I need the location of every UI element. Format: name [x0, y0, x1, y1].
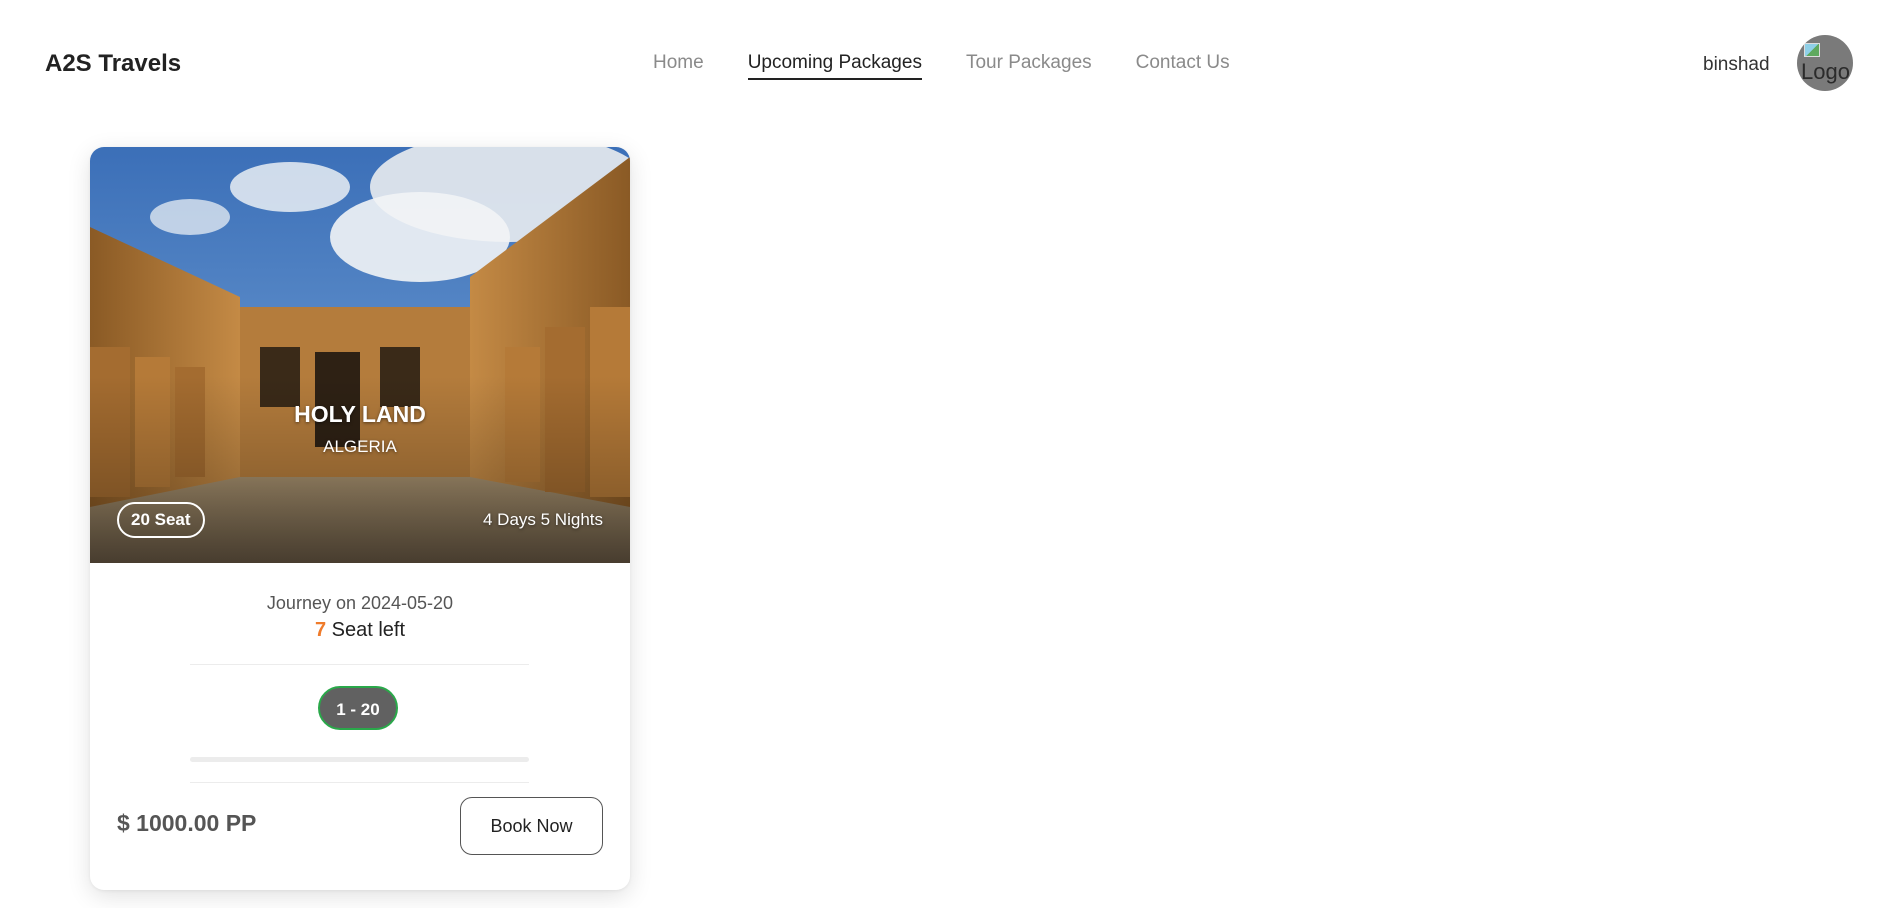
- seat-range-pill[interactable]: 1 - 20: [318, 686, 398, 730]
- temple-photo: [90, 147, 630, 563]
- navbar: A2S Travels Home Upcoming Packages Tour …: [0, 0, 1894, 128]
- nav-links: Home Upcoming Packages Tour Packages Con…: [653, 52, 1230, 80]
- package-card: HOLY LAND ALGERIA 20 Seat 4 Days 5 Night…: [90, 147, 630, 890]
- seats-left-count: 7: [314, 619, 327, 641]
- broken-image-icon: [1804, 43, 1820, 57]
- book-now-button[interactable]: Book Now: [460, 797, 603, 855]
- duration-label: 4 Days 5 Nights: [483, 510, 603, 529]
- brand-logo[interactable]: A2S Travels: [45, 50, 181, 78]
- nav-tour-packages[interactable]: Tour Packages: [966, 52, 1092, 80]
- journey-date: Journey on 2024-05-20: [266, 593, 454, 613]
- price: $ 1000.00 PP: [117, 810, 257, 836]
- package-image: HOLY LAND ALGERIA 20 Seat 4 Days 5 Night…: [90, 147, 630, 563]
- package-country: ALGERIA: [323, 437, 397, 456]
- nav-upcoming-packages[interactable]: Upcoming Packages: [747, 52, 922, 80]
- divider: [190, 782, 529, 783]
- avatar-alt-text: Logo: [1801, 59, 1850, 84]
- avatar[interactable]: Logo: [1797, 35, 1853, 91]
- seat-badge: 20 Seat: [117, 502, 205, 538]
- username[interactable]: binshad: [1703, 54, 1770, 76]
- divider: [190, 664, 529, 665]
- booking-progress-bar: [190, 757, 529, 762]
- package-title: HOLY LAND: [294, 401, 426, 427]
- nav-contact-us[interactable]: Contact Us: [1136, 52, 1230, 80]
- nav-home[interactable]: Home: [653, 52, 704, 80]
- seats-left: 7 Seat left: [90, 619, 630, 642]
- seats-left-label: Seat left: [326, 619, 406, 641]
